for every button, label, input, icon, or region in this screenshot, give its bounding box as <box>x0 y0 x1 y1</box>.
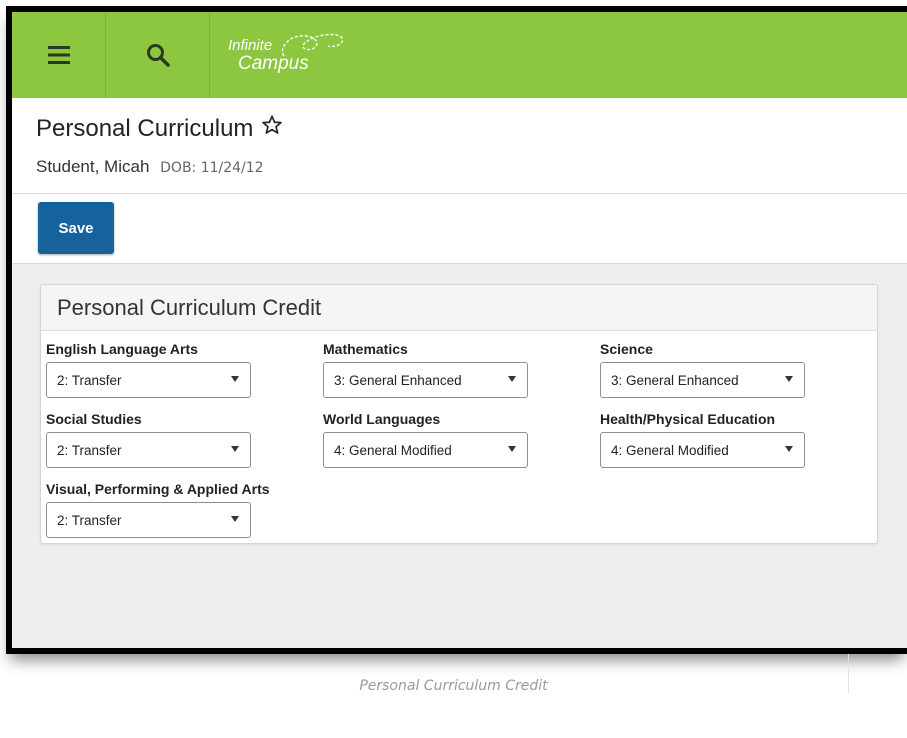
save-button[interactable]: Save <box>38 202 114 254</box>
field-social-studies: Social Studies 2: Transfer <box>46 411 251 468</box>
select-value: 3: General Enhanced <box>334 372 462 388</box>
social-studies-select[interactable]: 2: Transfer <box>46 432 251 468</box>
field-visual-performing-applied-arts: Visual, Performing & Applied Arts 2: Tra… <box>46 481 270 538</box>
infinite-campus-logo[interactable]: Infinite Campus <box>210 12 344 98</box>
select-value: 2: Transfer <box>57 512 122 528</box>
select-value: 3: General Enhanced <box>611 372 739 388</box>
chevron-down-icon <box>231 446 239 452</box>
field-mathematics: Mathematics 3: General Enhanced <box>323 341 528 398</box>
field-label: Mathematics <box>323 341 408 357</box>
field-science: Science 3: General Enhanced <box>600 341 805 398</box>
student-name: Student, Micah <box>36 157 150 176</box>
mathematics-select[interactable]: 3: General Enhanced <box>323 362 528 398</box>
page-title-text: Personal Curriculum <box>36 114 254 142</box>
action-bar: Save <box>12 194 907 264</box>
student-info: Student, Micah DOB: 11/24/12 <box>36 157 907 177</box>
personal-curriculum-credit-card: Personal Curriculum Credit English Langu… <box>40 284 878 544</box>
search-icon <box>146 44 170 67</box>
student-dob: DOB: 11/24/12 <box>160 160 264 176</box>
top-header: Infinite Campus <box>12 12 907 98</box>
menu-button[interactable] <box>12 12 106 98</box>
select-value: 2: Transfer <box>57 372 122 388</box>
select-value: 2: Transfer <box>57 442 122 458</box>
chevron-down-icon <box>785 446 793 452</box>
field-label: Social Studies <box>46 411 142 427</box>
page-title: Personal Curriculum <box>36 114 907 143</box>
chevron-down-icon <box>508 376 516 382</box>
hamburger-icon <box>47 46 70 64</box>
chevron-down-icon <box>785 376 793 382</box>
logo-line1: Infinite <box>228 36 273 54</box>
health-physical-education-select[interactable]: 4: General Modified <box>600 432 805 468</box>
field-label: Health/Physical Education <box>600 411 776 427</box>
visual-performing-applied-arts-select[interactable]: 2: Transfer <box>46 502 251 538</box>
select-value: 4: General Modified <box>334 442 452 458</box>
field-label: English Language Arts <box>46 341 198 357</box>
science-select[interactable]: 3: General Enhanced <box>600 362 805 398</box>
logo-swoosh-icon <box>281 33 344 56</box>
screenshot-frame: Infinite Campus Personal Curriculum Stud <box>6 6 907 654</box>
field-world-languages: World Languages 4: General Modified <box>323 411 528 468</box>
select-value: 4: General Modified <box>611 442 729 458</box>
world-languages-select[interactable]: 4: General Modified <box>323 432 528 468</box>
title-area: Personal Curriculum Student, Micah DOB: … <box>12 98 907 194</box>
card-title: Personal Curriculum Credit <box>41 285 877 331</box>
image-caption: Personal Curriculum Credit <box>359 678 548 694</box>
chevron-down-icon <box>231 516 239 522</box>
field-label: Visual, Performing & Applied Arts <box>46 481 270 497</box>
field-english-language-arts: English Language Arts 2: Transfer <box>46 341 251 398</box>
search-button[interactable] <box>106 12 210 98</box>
chevron-down-icon <box>231 376 239 382</box>
star-icon[interactable] <box>261 114 283 143</box>
field-label: World Languages <box>323 411 441 427</box>
chevron-down-icon <box>508 446 516 452</box>
field-health-physical-education: Health/Physical Education 4: General Mod… <box>600 411 805 468</box>
field-label: Science <box>600 341 653 357</box>
app-window: Infinite Campus Personal Curriculum Stud <box>12 12 907 648</box>
english-language-arts-select[interactable]: 2: Transfer <box>46 362 251 398</box>
